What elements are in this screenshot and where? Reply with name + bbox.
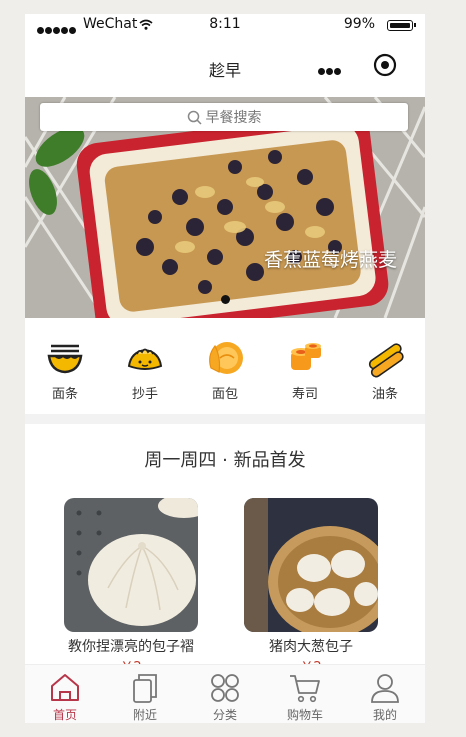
banner-carousel[interactable]: 早餐搜索 香蕉蓝莓烤燕麦	[25, 97, 425, 318]
close-miniprogram-icon[interactable]	[373, 53, 397, 77]
home-icon	[51, 674, 79, 701]
phone-screen: WeChat 8:11 99% 趁早 早餐搜索 香蕉蓝莓烤燕麦 面条 抄手 面包…	[25, 14, 425, 723]
category-label: 寿司	[291, 387, 318, 402]
bread-icon	[209, 342, 243, 374]
category-label: 油条	[371, 387, 398, 402]
noodle-bowl-icon	[47, 344, 83, 374]
tab-category[interactable]: 分类	[185, 665, 265, 723]
battery-percent: 99%	[343, 16, 375, 32]
product-image	[244, 498, 378, 632]
sushi-icon	[291, 343, 321, 370]
tab-label: 首页	[52, 708, 77, 722]
search-bar[interactable]: 早餐搜索	[40, 103, 408, 131]
category-item[interactable]: 面条	[25, 318, 105, 414]
tab-cart[interactable]: 购物车	[265, 665, 345, 723]
tab-bar: 首页 附近 分类 购物车 我的	[25, 664, 425, 723]
category-grid: 面条 抄手 面包 寿司 油条	[25, 318, 425, 414]
profile-icon	[371, 674, 399, 703]
category-label: 面条	[51, 387, 78, 402]
tab-label: 附近	[132, 708, 157, 722]
category-item[interactable]: 面包	[185, 318, 265, 414]
product-card[interactable]: 教你捏漂亮的包子褶 ￥2	[64, 498, 198, 675]
section-divider	[25, 414, 425, 424]
tab-nearby[interactable]: 附近	[105, 665, 185, 723]
tab-home[interactable]: 首页	[25, 665, 105, 723]
product-image	[64, 498, 198, 632]
banner-caption: 香蕉蓝莓烤燕麦	[263, 249, 397, 271]
cart-icon	[290, 675, 320, 703]
category-item[interactable]: 寿司	[265, 318, 345, 414]
fried-dough-icon	[368, 343, 404, 378]
battery-icon	[387, 20, 416, 31]
product-name: 教你捏漂亮的包子褶	[68, 639, 194, 655]
page-title: 趁早	[208, 61, 241, 80]
tab-label: 我的	[372, 708, 397, 722]
category-item[interactable]: 抄手	[105, 318, 185, 414]
carousel-indicator[interactable]	[221, 295, 230, 304]
navigation-bar: 趁早	[25, 38, 425, 96]
category-icon	[211, 674, 239, 702]
tab-label: 分类	[212, 708, 237, 722]
category-item[interactable]: 油条	[345, 318, 425, 414]
status-bar: WeChat 8:11 99%	[25, 14, 425, 38]
tab-label: 购物车	[286, 708, 323, 722]
wonton-icon	[127, 348, 163, 370]
more-options-icon[interactable]	[318, 60, 342, 79]
category-label: 抄手	[131, 387, 158, 402]
search-placeholder: 早餐搜索	[205, 110, 262, 126]
product-name: 猪肉大葱包子	[269, 639, 353, 655]
tab-profile[interactable]: 我的	[345, 665, 425, 723]
category-label: 面包	[211, 387, 238, 402]
nearby-icon	[133, 674, 157, 703]
section-title: 周一周四 · 新品首发	[144, 450, 306, 471]
product-card[interactable]: 猪肉大葱包子 ￥2	[244, 498, 378, 675]
search-icon	[187, 110, 202, 125]
